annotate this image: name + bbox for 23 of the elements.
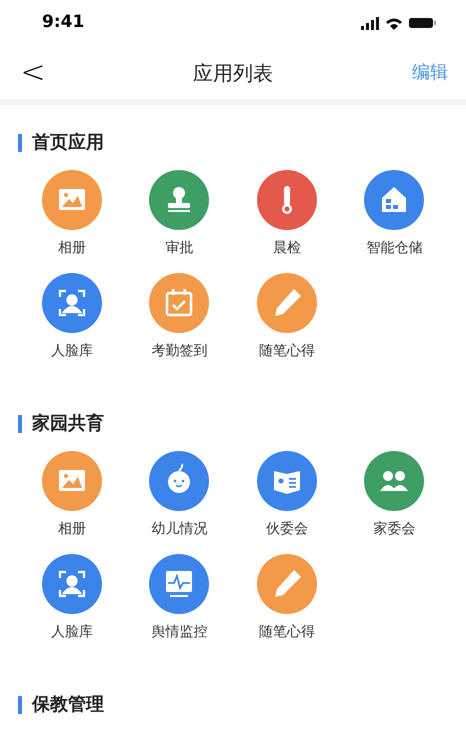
app-tile[interactable]: 舆情监控 [126,554,233,643]
app-tile[interactable]: 晨检 [233,170,340,259]
battery-icon [409,18,436,28]
status-time: 9:41 [42,11,84,34]
signal-icon [361,16,379,30]
section-title: 家园共育 [32,412,104,436]
section-title: 保教管理 [32,693,104,717]
app-tile[interactable]: 相册 [18,170,126,259]
app-tile[interactable]: 伙委会 [233,451,340,540]
page-title: 应用列表 [193,60,273,87]
app-tile[interactable]: 人脸库 [18,554,126,643]
app-tile[interactable]: 相册 [18,451,126,540]
wifi-icon [386,16,402,30]
app-tile[interactable]: 幼儿情况 [126,451,233,540]
app-tile[interactable]: 人脸库 [18,273,126,362]
app-tile[interactable]: 家委会 [340,451,448,540]
app-tile[interactable]: 随笔心得 [233,554,340,643]
app-tile[interactable]: 审批 [126,170,233,259]
app-tile[interactable]: 考勤签到 [126,273,233,362]
section-title: 首页应用 [32,131,104,155]
back-button[interactable]: < [18,58,48,88]
app-tile[interactable]: 随笔心得 [233,273,340,362]
app-tile[interactable]: 智能仓储 [340,170,448,259]
